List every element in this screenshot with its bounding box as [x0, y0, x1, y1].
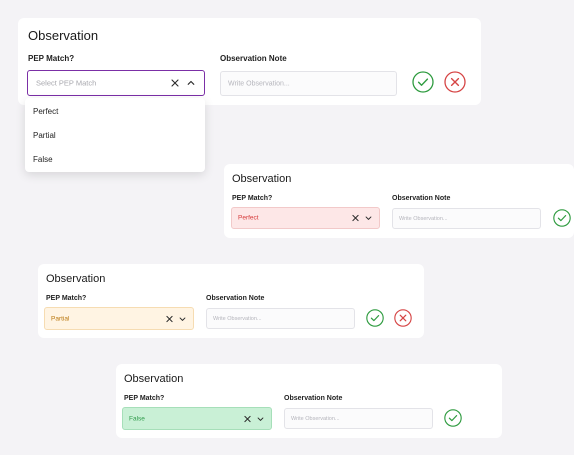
note-placeholder: Write Observation... [228, 80, 290, 87]
card-title: Observation [124, 373, 184, 385]
chevron-down-icon[interactable] [257, 415, 264, 422]
chevron-down-icon[interactable] [365, 215, 372, 222]
card-title: Observation [232, 173, 292, 185]
check-circle-icon[interactable] [366, 309, 384, 327]
pep-match-select[interactable]: Partial [44, 307, 194, 330]
close-icon[interactable] [166, 315, 173, 322]
observation-card-4: Observation PEP Match? False Observation… [116, 364, 502, 438]
observation-note-label: Observation Note [206, 295, 265, 302]
observation-note-label: Observation Note [392, 195, 451, 202]
observation-card-3: Observation PEP Match? Partial Observati… [38, 264, 424, 338]
select-placeholder: Select PEP Match [36, 78, 97, 88]
pep-match-label: PEP Match? [46, 295, 87, 302]
observation-note-input[interactable]: Write Observation... [392, 208, 541, 229]
pep-match-label: PEP Match? [124, 395, 165, 402]
close-icon[interactable] [244, 415, 251, 422]
pep-match-select[interactable]: Select PEP Match [27, 70, 205, 96]
observation-note-input[interactable]: Write Observation... [206, 308, 355, 329]
pep-match-select[interactable]: Perfect [231, 207, 380, 229]
note-placeholder: Write Observation... [399, 215, 448, 222]
chevron-down-icon[interactable] [179, 315, 186, 322]
select-value: Partial [51, 315, 70, 322]
dropdown-option-perfect[interactable]: Perfect [33, 107, 58, 116]
select-value: Perfect [238, 214, 259, 222]
chevron-up-icon[interactable] [187, 79, 195, 87]
card-title: Observation [28, 28, 99, 43]
close-icon[interactable] [171, 79, 179, 87]
pep-match-dropdown: Perfect Partial False [25, 98, 205, 172]
close-circle-icon[interactable] [444, 71, 466, 93]
check-circle-icon[interactable] [412, 71, 434, 93]
pep-match-label: PEP Match? [232, 195, 273, 202]
check-circle-icon[interactable] [553, 209, 571, 227]
dropdown-option-false[interactable]: False [33, 155, 53, 164]
card-title: Observation [46, 273, 106, 285]
observation-note-label: Observation Note [284, 395, 343, 402]
check-circle-icon[interactable] [444, 409, 462, 427]
note-placeholder: Write Observation... [291, 415, 340, 422]
note-placeholder: Write Observation... [213, 315, 262, 322]
dropdown-option-partial[interactable]: Partial [33, 131, 56, 140]
close-icon[interactable] [352, 214, 359, 222]
observation-card-2: Observation PEP Match? Perfect Observati… [224, 164, 574, 238]
pep-match-label: PEP Match? [28, 54, 75, 63]
select-value: False [129, 415, 145, 422]
close-circle-icon[interactable] [394, 309, 412, 327]
observation-note-input[interactable]: Write Observation... [284, 408, 433, 429]
observation-card-1: Observation PEP Match? Select PEP Match … [18, 18, 481, 105]
observation-note-label: Observation Note [220, 54, 287, 63]
pep-match-select[interactable]: False [122, 407, 272, 430]
observation-note-input[interactable]: Write Observation... [220, 71, 397, 96]
